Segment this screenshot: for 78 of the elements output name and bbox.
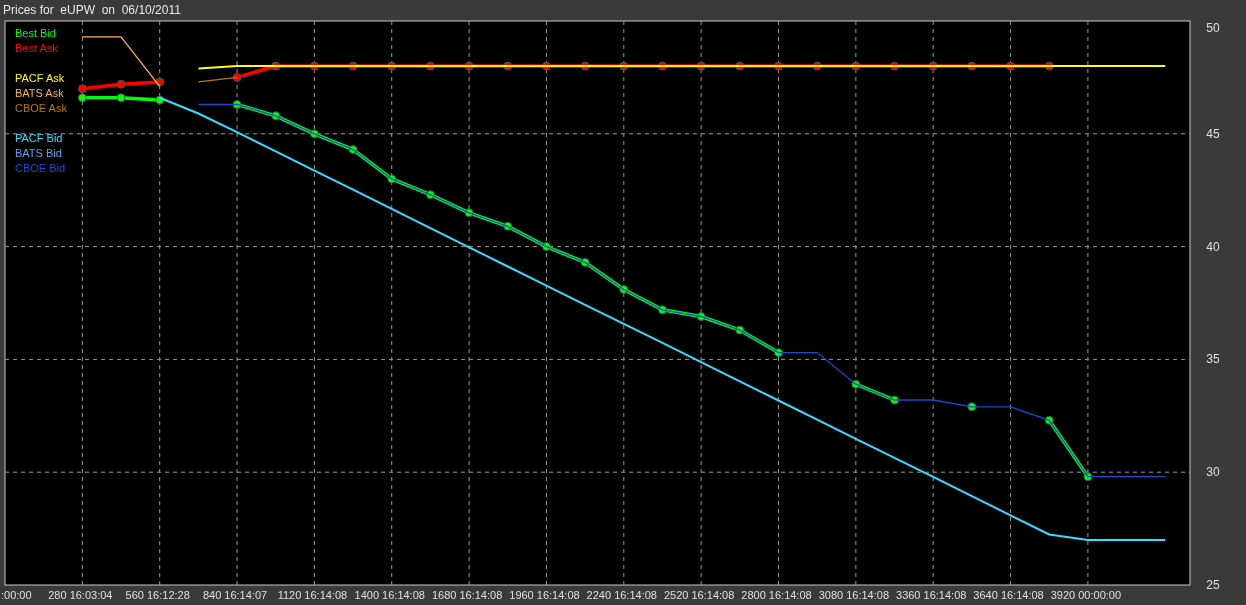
price-dot bbox=[155, 95, 165, 105]
y-tick-label: 30 bbox=[1206, 465, 1220, 480]
price-dot bbox=[464, 208, 474, 218]
x-tick-label: 3360 16:14:08 bbox=[896, 589, 967, 601]
price-dot bbox=[309, 129, 319, 139]
y-tick-label: 25 bbox=[1206, 578, 1220, 592]
price-dot bbox=[619, 61, 629, 71]
x-tick-label: 2520 16:14:08 bbox=[663, 589, 735, 601]
price-dot bbox=[116, 79, 126, 89]
x-tick-label: 560 16:12:28 bbox=[125, 589, 190, 601]
price-dot bbox=[890, 395, 899, 405]
x-tick-label: :00:00 bbox=[1, 589, 32, 601]
legend-label: CBOE Ask bbox=[15, 102, 67, 114]
price-dot bbox=[425, 61, 435, 71]
x-tick-label: 2240 16:14:08 bbox=[586, 589, 657, 601]
y-tick-label: 45 bbox=[1206, 126, 1220, 141]
legend-label: BATS Ask bbox=[15, 87, 64, 99]
price-dot bbox=[774, 348, 783, 358]
price-dot bbox=[232, 72, 242, 82]
legend-label: Best Ask bbox=[15, 42, 58, 54]
price-dot bbox=[1044, 415, 1054, 425]
price-dot bbox=[271, 111, 281, 121]
price-dot bbox=[232, 99, 242, 109]
price-dot bbox=[851, 61, 861, 71]
price-dot bbox=[503, 221, 513, 231]
price-dot bbox=[1006, 61, 1016, 71]
price-dot bbox=[77, 84, 87, 94]
price-dot bbox=[1044, 61, 1054, 71]
legend-label: Best Bid bbox=[15, 27, 56, 39]
x-tick-label: 1960 16:14:08 bbox=[509, 589, 580, 601]
window-title: Prices for eUPW on 06/10/2011 bbox=[3, 2, 181, 19]
x-tick-label: 280 16:03:04 bbox=[48, 589, 113, 601]
x-tick-label: 1400 16:14:08 bbox=[354, 589, 425, 601]
x-tick-label: 1120 16:14:08 bbox=[277, 589, 348, 601]
price-dot bbox=[387, 174, 397, 184]
price-dot bbox=[116, 93, 126, 103]
x-tick-label: 840 16:14:07 bbox=[202, 589, 268, 601]
price-dot bbox=[541, 242, 551, 252]
legend-label: PACF Ask bbox=[15, 72, 65, 84]
price-dot bbox=[774, 61, 783, 71]
price-dot bbox=[928, 61, 938, 71]
y-tick-label: 50 bbox=[1206, 21, 1220, 35]
x-tick-label: 3920 00:00:00 bbox=[1050, 589, 1122, 601]
price-dot bbox=[348, 145, 358, 155]
price-dot bbox=[503, 61, 513, 71]
x-tick-label: 1680 16:14:08 bbox=[431, 589, 503, 601]
price-dot bbox=[812, 61, 822, 71]
legend-label: BATS Bid bbox=[15, 147, 62, 159]
price-dot bbox=[657, 305, 667, 315]
price-dot bbox=[309, 61, 319, 71]
x-tick-label: 3080 16:14:08 bbox=[818, 589, 890, 601]
legend-label: CBOE Bid bbox=[15, 162, 66, 174]
y-tick-label: 40 bbox=[1206, 239, 1220, 254]
price-dot bbox=[890, 61, 899, 71]
price-dot bbox=[696, 61, 706, 71]
price-dot bbox=[619, 284, 629, 294]
price-dot bbox=[541, 61, 551, 71]
price-dot bbox=[387, 61, 397, 71]
x-tick-label: 3640 16:14:08 bbox=[973, 589, 1044, 601]
x-tick-label: 2800 16:14:08 bbox=[741, 589, 812, 601]
price-dot bbox=[464, 61, 474, 71]
price-dot bbox=[425, 190, 435, 200]
y-tick-label: 35 bbox=[1206, 352, 1220, 367]
price-dot bbox=[696, 312, 706, 322]
price-dot bbox=[1083, 472, 1093, 482]
legend-label: PACF Bid bbox=[15, 132, 63, 144]
price-dot bbox=[735, 61, 745, 71]
price-dot bbox=[580, 257, 590, 267]
price-dot bbox=[580, 61, 590, 71]
price-dot bbox=[271, 61, 281, 71]
price-dot bbox=[657, 61, 667, 71]
price-dot bbox=[155, 77, 165, 87]
price-dot bbox=[967, 61, 977, 71]
price-dot bbox=[735, 325, 745, 335]
price-dot bbox=[967, 402, 977, 412]
price-dot bbox=[348, 61, 358, 71]
price-dot bbox=[851, 379, 861, 389]
price-dot bbox=[77, 93, 87, 103]
